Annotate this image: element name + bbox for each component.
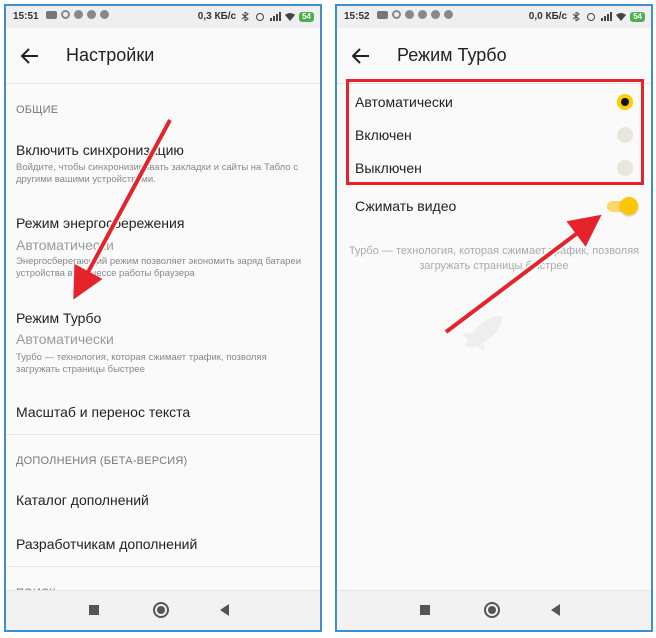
rocket-icon — [463, 316, 503, 350]
item-description: Турбо — технология, которая сжимает траф… — [16, 352, 267, 375]
radio-button-selected[interactable] — [617, 94, 633, 110]
circle-icon — [61, 10, 70, 19]
back-arrow-icon[interactable] — [349, 44, 373, 68]
app-bar: Настройки — [6, 28, 320, 84]
nav-back-icon[interactable] — [220, 604, 229, 616]
signal-icon — [270, 12, 282, 21]
option-label: Выключен — [355, 160, 422, 176]
gear-icon — [405, 10, 414, 19]
item-description: Войдите, чтобы синхронизировать закладки… — [16, 162, 298, 185]
gear-icon — [444, 10, 453, 19]
radio-button[interactable] — [617, 160, 633, 176]
status-bar: 15:51 0,3 КБ/с 54 — [6, 6, 320, 28]
item-title: Масштаб и перенос текста — [16, 404, 191, 420]
item-title: Каталог дополнений — [16, 492, 149, 508]
item-value: Автоматически — [16, 331, 114, 347]
status-bar: 15:52 0,0 КБ/с 54 — [337, 6, 651, 28]
gear-icon — [418, 10, 427, 19]
nav-home-icon[interactable] — [484, 602, 500, 618]
gear-icon — [100, 10, 109, 19]
message-icon — [46, 10, 57, 19]
back-arrow-icon[interactable] — [18, 44, 42, 68]
alarm-icon — [256, 13, 265, 21]
bluetooth-icon — [241, 12, 249, 21]
item-title: Режим Турбо — [16, 310, 102, 326]
compress-video-label: Сжимать видео — [355, 198, 457, 214]
nav-back-icon[interactable] — [551, 604, 560, 616]
gear-icon — [74, 10, 83, 19]
divider — [6, 566, 320, 567]
gear-icon — [87, 10, 96, 19]
system-nav-bar — [337, 590, 651, 630]
option-label: Включен — [355, 127, 412, 143]
status-right: 0,0 КБ/с 54 — [529, 11, 645, 22]
compress-video-toggle[interactable] — [607, 197, 638, 215]
notification-icons — [46, 10, 109, 19]
wifi-icon — [285, 13, 296, 21]
gear-icon — [431, 10, 440, 19]
turbo-description: Турбо — технология, которая сжимает траф… — [348, 245, 640, 272]
wifi-icon — [616, 13, 627, 21]
alarm-icon — [587, 13, 596, 21]
notification-icons — [377, 10, 453, 19]
status-right: 0,3 КБ/с 54 — [198, 11, 314, 22]
page-title: Настройки — [66, 45, 155, 65]
item-value: Автоматически — [16, 237, 114, 253]
nav-recent-icon[interactable] — [89, 605, 99, 615]
battery-icon: 54 — [299, 11, 314, 22]
option-label: Автоматически — [355, 94, 453, 110]
status-time: 15:52 — [344, 11, 370, 22]
turbo-mode-screen: 15:52 0,0 КБ/с 54 Режим Турбо Автоматиче… — [335, 4, 653, 632]
nav-recent-icon[interactable] — [420, 605, 430, 615]
section-header-addons: ДОПОЛНЕНИЯ (БЕТА-ВЕРСИЯ) — [16, 455, 188, 467]
settings-screen: 15:51 0,3 КБ/с 54 Настройки ОБЩИЕ Включи… — [4, 4, 322, 632]
divider — [6, 434, 320, 435]
system-nav-bar — [6, 590, 320, 630]
app-bar: Режим Турбо — [337, 28, 651, 84]
message-icon — [377, 10, 388, 19]
bluetooth-icon — [572, 12, 580, 21]
item-title: Включить синхронизацию — [16, 142, 184, 158]
nav-home-icon[interactable] — [153, 602, 169, 618]
section-header-general: ОБЩИЕ — [16, 104, 59, 116]
item-title: Режим энергосбережения — [16, 215, 185, 231]
page-title: Режим Турбо — [397, 45, 507, 65]
signal-icon — [601, 12, 613, 21]
radio-button[interactable] — [617, 127, 633, 143]
battery-icon: 54 — [630, 11, 645, 22]
network-speed: 0,3 КБ/с — [197, 11, 237, 22]
status-time: 15:51 — [13, 11, 39, 22]
toggle-thumb — [620, 197, 638, 215]
item-description: Энергосберегающий режим позволяет эконом… — [16, 256, 302, 279]
settings-list: ОБЩИЕ Включить синхронизацию Войдите, чт… — [6, 84, 320, 599]
turbo-options: Автоматически Включен Выключен Сжимать в… — [337, 79, 651, 590]
circle-icon — [392, 10, 401, 19]
network-speed: 0,0 КБ/с — [528, 11, 568, 22]
item-title: Разработчикам дополнений — [16, 536, 198, 552]
